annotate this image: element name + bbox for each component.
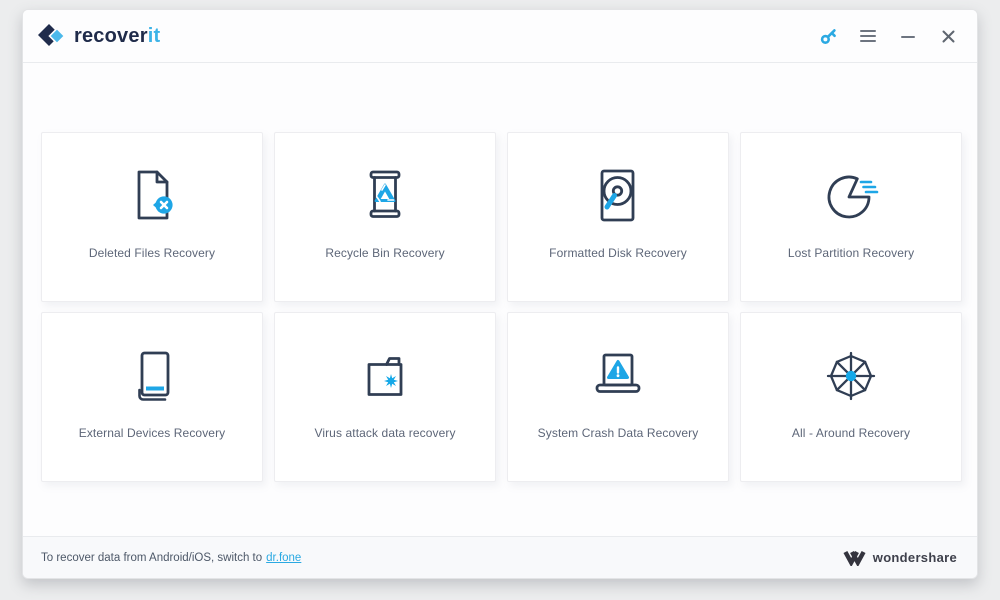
card-label: Recycle Bin Recovery [325, 246, 445, 260]
card-all-around-recovery[interactable]: All - Around Recovery [740, 312, 962, 482]
main-area: Deleted Files Recovery Recycle Bin Recov… [23, 63, 977, 536]
card-label: External Devices Recovery [78, 426, 226, 440]
card-deleted-files-recovery[interactable]: Deleted Files Recovery [41, 132, 263, 302]
titlebar: recoverit [23, 10, 977, 63]
virus-starburst [384, 374, 398, 388]
card-lost-partition-recovery[interactable]: Lost Partition Recovery [740, 132, 962, 302]
crashed-laptop-icon [586, 344, 650, 408]
drfone-link[interactable]: dr.fone [266, 552, 301, 564]
virus-folder-icon [353, 344, 417, 408]
card-label: Virus attack data recovery [314, 426, 456, 440]
deleted-file-icon [120, 164, 184, 228]
card-external-devices-recovery[interactable]: External Devices Recovery [41, 312, 263, 482]
card-label: Lost Partition Recovery [787, 246, 915, 260]
footer-text: To recover data from Android/iOS, switch… [41, 551, 263, 564]
card-label: All - Around Recovery [791, 426, 911, 440]
card-formatted-disk-recovery[interactable]: Formatted Disk Recovery [507, 132, 729, 302]
footer: To recover data from Android/iOS, switch… [23, 536, 977, 578]
card-label: System Crash Data Recovery [537, 426, 699, 440]
recovery-modes-grid: Deleted Files Recovery Recycle Bin Recov… [41, 132, 962, 482]
recoverit-logo-icon [38, 23, 65, 46]
minimize-icon[interactable] [895, 23, 921, 49]
wondershare-brand: wondershare [843, 550, 957, 566]
close-icon[interactable] [935, 23, 961, 49]
app-window: recoverit Deleted Files Recovery Recycle… [22, 9, 978, 579]
card-label: Deleted Files Recovery [88, 246, 216, 260]
card-label: Formatted Disk Recovery [549, 246, 687, 260]
app-logo: recoverit [38, 23, 160, 50]
formatted-disk-icon [586, 164, 650, 228]
titlebar-actions [815, 23, 961, 49]
lost-partition-icon [819, 164, 883, 228]
menu-icon[interactable] [855, 23, 881, 49]
card-recycle-bin-recovery[interactable]: Recycle Bin Recovery [274, 132, 496, 302]
recycle-bin-icon [353, 164, 417, 228]
external-device-icon [120, 344, 184, 408]
card-virus-attack-recovery[interactable]: Virus attack data recovery [274, 312, 496, 482]
app-title: recoverit [74, 24, 161, 47]
card-system-crash-recovery[interactable]: System Crash Data Recovery [507, 312, 729, 482]
all-around-icon [819, 344, 883, 408]
key-icon[interactable] [815, 23, 841, 49]
wondershare-label: wondershare [872, 550, 957, 565]
wondershare-logo-icon [843, 550, 866, 566]
